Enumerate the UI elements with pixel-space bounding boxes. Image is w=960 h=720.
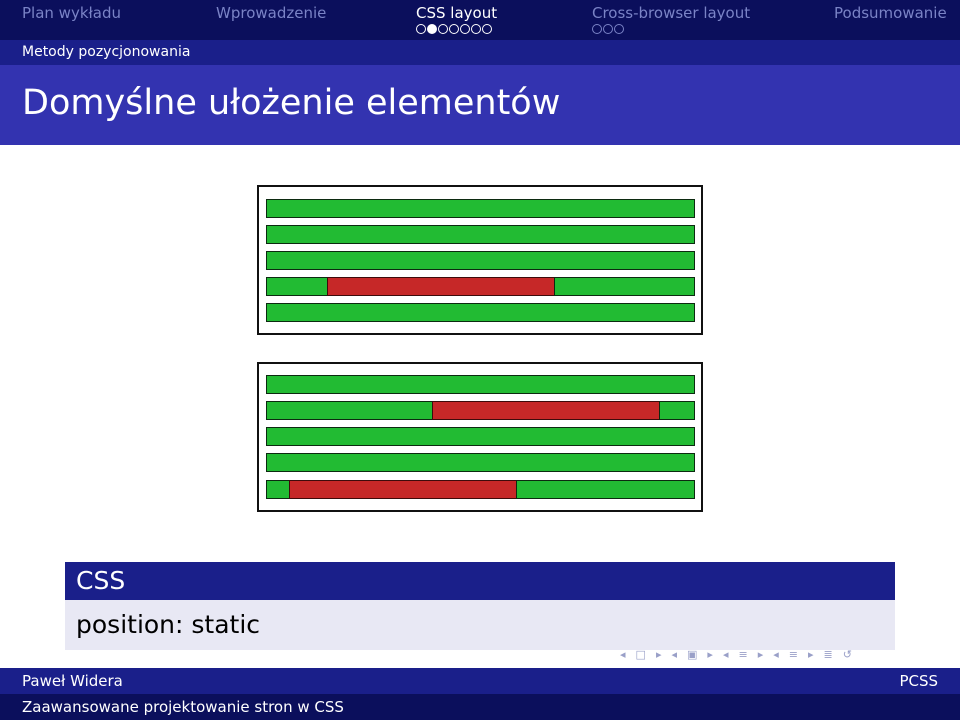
nav-section-cross-browser[interactable]: Cross-browser layout — [592, 4, 750, 22]
nav-section-css-layout[interactable]: CSS layout — [416, 4, 497, 22]
layout-diagram-1 — [257, 185, 703, 335]
footer-title-bar: Zaawansowane projektowanie stron w CSS — [0, 694, 960, 720]
slide-dot[interactable] — [471, 24, 481, 34]
cross-browser-slide-dots — [592, 24, 624, 36]
inline-line-text — [266, 480, 290, 499]
layout-diagram-2 — [257, 362, 703, 512]
subsection-title[interactable]: Metody pozycjonowania — [22, 44, 190, 60]
frame-title-bar: Domyślne ułożenie elementów — [0, 65, 960, 145]
inline-line-text — [659, 401, 695, 420]
inline-line-text — [554, 277, 695, 296]
inline-line-text — [266, 277, 328, 296]
nav-section-intro[interactable]: Wprowadzenie — [216, 4, 326, 22]
block-title: CSS — [65, 562, 895, 600]
slide-dot[interactable] — [614, 24, 624, 34]
nav-section-summary[interactable]: Podsumowanie — [834, 4, 947, 22]
block-element — [266, 199, 695, 218]
inline-element — [327, 277, 555, 296]
css-layout-slide-dots — [416, 24, 492, 36]
slide-dot[interactable] — [438, 24, 448, 34]
block-element — [266, 427, 695, 446]
arrow-right-icon[interactable]: ▸ — [808, 649, 814, 661]
slide-dot-current[interactable] — [427, 24, 437, 34]
section-navigation: Plan wykładu Wprowadzenie CSS layout Cro… — [0, 0, 960, 40]
slide-dot[interactable] — [460, 24, 470, 34]
slide-dot[interactable] — [416, 24, 426, 34]
nav-section-plan[interactable]: Plan wykładu — [22, 4, 121, 22]
arrow-right-icon[interactable]: ▸ — [707, 649, 713, 661]
footer-short-title: PCSS — [899, 672, 938, 690]
block-element — [266, 251, 695, 270]
align-icon[interactable]: ≣ — [824, 649, 833, 661]
slide-dot[interactable] — [482, 24, 492, 34]
footer-author: Paweł Widera — [22, 672, 123, 690]
block-body: position: static — [65, 600, 895, 650]
block-element — [266, 303, 695, 322]
block-element — [266, 453, 695, 472]
footer-author-bar: Paweł Widera PCSS — [0, 668, 960, 694]
block-element — [266, 375, 695, 394]
frame-title: Domyślne ułożenie elementów — [22, 83, 561, 123]
block-element — [266, 225, 695, 244]
arrow-left-icon[interactable]: ◂ — [620, 649, 626, 661]
frame-icon[interactable]: □ — [636, 649, 646, 661]
search-icon[interactable]: ↺ — [843, 649, 852, 661]
navigation-symbols: ◂ □ ▸ ◂ ▣ ▸ ◂ ≡ ▸ ◂ ≡ ▸ ≣ ↺ — [620, 648, 852, 662]
arrow-left-icon[interactable]: ◂ — [773, 649, 779, 661]
arrow-right-icon[interactable]: ▸ — [758, 649, 764, 661]
slide-dot[interactable] — [592, 24, 602, 34]
footer-title: Zaawansowane projektowanie stron w CSS — [22, 698, 344, 716]
document-icon[interactable]: ≡ — [789, 649, 798, 661]
arrow-left-icon[interactable]: ◂ — [671, 649, 677, 661]
subsection-icon[interactable]: ▣ — [687, 649, 697, 661]
inline-line-text — [516, 480, 695, 499]
subsection-bar: Metody pozycjonowania — [0, 40, 960, 65]
slide-dot[interactable] — [449, 24, 459, 34]
arrow-right-icon[interactable]: ▸ — [656, 649, 662, 661]
section-icon[interactable]: ≡ — [738, 649, 747, 661]
inline-element — [432, 401, 660, 420]
inline-line-text — [266, 401, 433, 420]
slide-dot[interactable] — [603, 24, 613, 34]
inline-element — [289, 480, 517, 499]
arrow-left-icon[interactable]: ◂ — [723, 649, 729, 661]
css-block: CSS position: static — [65, 562, 895, 650]
